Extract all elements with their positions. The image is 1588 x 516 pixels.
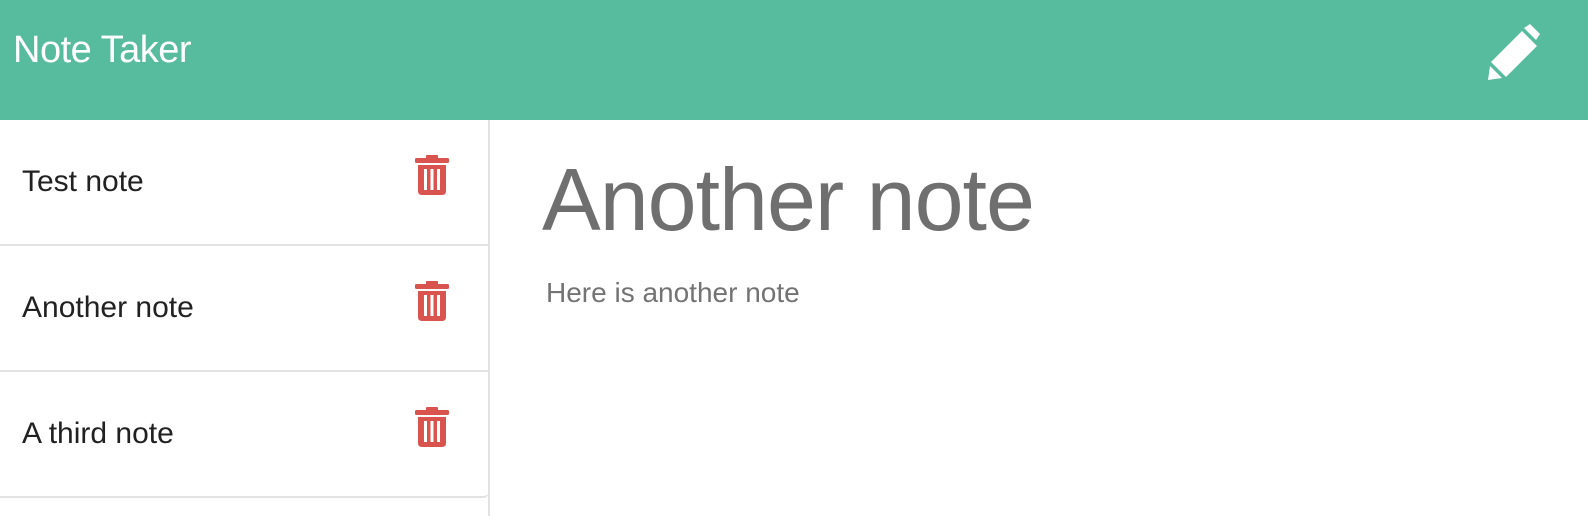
- list-item[interactable]: A third note: [0, 372, 489, 498]
- trash-icon: [415, 155, 449, 195]
- note-editor: Here is another note: [492, 120, 1588, 516]
- note-body-textarea[interactable]: Here is another note: [546, 275, 1546, 495]
- delete-note-button[interactable]: [415, 407, 449, 447]
- note-list-title: A third note: [22, 417, 174, 450]
- trash-icon: [415, 281, 449, 321]
- delete-note-button[interactable]: [415, 281, 449, 321]
- new-note-button[interactable]: [1484, 20, 1544, 80]
- note-list-title: Test note: [22, 165, 144, 198]
- navbar: Note Taker: [0, 0, 1588, 120]
- trash-icon: [415, 407, 449, 447]
- list-item[interactable]: Test note: [0, 120, 489, 246]
- list-item[interactable]: Another note: [0, 246, 489, 372]
- note-list: Test note Another note A third note: [0, 120, 489, 498]
- sidebar: Test note Another note A third note: [0, 120, 490, 516]
- note-list-title: Another note: [22, 291, 194, 324]
- delete-note-button[interactable]: [415, 155, 449, 195]
- pencil-icon: [1488, 24, 1540, 80]
- note-title-input[interactable]: [542, 150, 1542, 250]
- brand-link[interactable]: Note Taker: [13, 28, 192, 72]
